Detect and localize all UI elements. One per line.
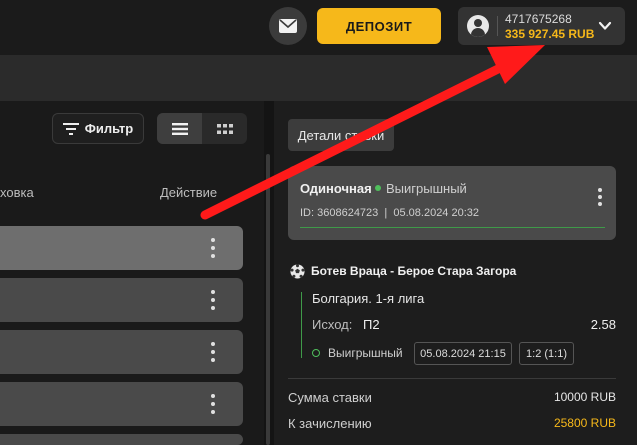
leg-status: Выигрышный [328,346,403,360]
sub-navigation-bar [0,55,637,101]
bet-row[interactable] [0,226,243,270]
more-options-icon[interactable] [211,290,215,310]
bets-list-panel: Фильтр ховка Действие [0,101,264,445]
list-view-button[interactable] [157,113,202,144]
bet-type: Одиночная [300,181,372,196]
stake-value: 10000 RUB [553,390,616,404]
stake-label: Сумма ставки [288,390,372,405]
football-icon [290,264,305,279]
match-title: Ботев Враца - Берое Стара Загора [311,264,517,278]
filter-button[interactable]: Фильтр [52,113,144,144]
deposit-button[interactable]: ДЕПОЗИТ [317,8,441,44]
account-id: 4717675268 [505,12,572,26]
mail-icon [279,19,297,33]
leg-score-chip: 1:2 (1:1) [519,342,574,365]
payout-label: К зачислению [288,416,372,431]
bet-details-panel: Детали ставки Одиночная Выигрышный ID: 3… [274,101,637,445]
bet-row[interactable] [0,278,243,322]
bet-status: Выигрышный [386,181,467,196]
account-balance: 335 927.45 RUB [505,27,595,41]
more-options-icon[interactable] [598,188,602,206]
card-divider [300,227,605,228]
outcome-label: Исход: [312,317,353,332]
bet-row[interactable] [0,382,243,426]
odds-value: 2.58 [590,317,616,332]
view-toggle [157,113,247,144]
column-header-stake: ховка [0,185,34,200]
bet-row[interactable] [0,330,243,374]
filter-label: Фильтр [84,121,134,136]
grid-view-icon [216,123,233,134]
status-ring-icon [312,349,320,357]
account-separator [497,16,498,36]
bet-summary-card: Одиночная Выигрышный ID: 3608624723 | 05… [288,166,616,240]
outcome-value: П2 [363,317,380,332]
more-options-icon[interactable] [211,238,215,258]
leg-date-chip: 05.08.2024 21:15 [414,342,512,365]
account-menu[interactable]: 4717675268 335 927.45 RUB [458,7,625,45]
tab-bet-details[interactable]: Детали ставки [288,119,394,151]
list-view-icon [171,122,188,135]
leg-line [301,292,302,358]
column-header-action: Действие [160,185,218,200]
more-options-icon[interactable] [211,342,215,362]
bet-row[interactable] [0,434,243,445]
more-options-icon[interactable] [211,394,215,414]
mail-button[interactable] [269,7,307,45]
payout-value: 25800 RUB [553,416,616,430]
bet-id-date: ID: 3608624723 | 05.08.2024 20:32 [300,207,480,219]
filter-icon [62,122,79,135]
grid-view-button[interactable] [202,113,247,144]
user-avatar-icon [467,15,489,37]
chevron-down-icon[interactable] [598,19,612,33]
details-divider [288,378,616,379]
top-bar: ДЕПОЗИТ 4717675268 335 927.45 RUB [0,0,637,55]
league-name: Болгария. 1-я лига [312,291,425,306]
scrollbar[interactable] [266,154,270,445]
status-dot-icon [375,185,381,191]
